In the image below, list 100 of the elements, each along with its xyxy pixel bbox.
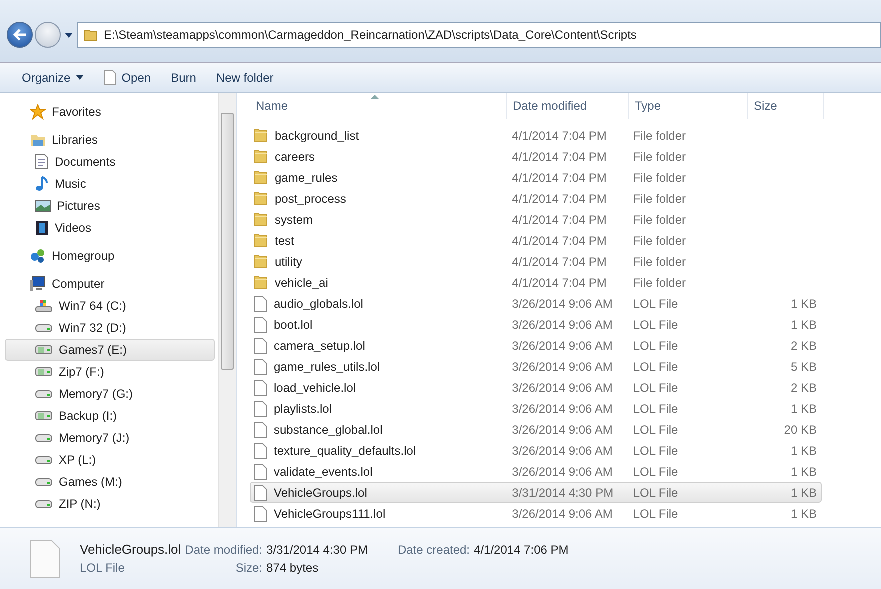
file-row[interactable]: VehicleGroups.lol 3/31/2014 4:30 PM LOL File 1 KB xyxy=(250,482,822,503)
folder-icon xyxy=(254,233,268,248)
file-icon xyxy=(254,338,267,354)
type-cell-text: File folder xyxy=(632,276,687,290)
file-row[interactable]: background_list 4/1/2014 7:04 PM File folder xyxy=(250,125,822,146)
address-bar[interactable]: E:\Steam\steamapps\common\Carmageddon_Reincarnation\ZAD\scripts\Data_Core\Content\Scripts xyxy=(77,22,881,48)
file-name: system xyxy=(275,212,314,226)
nav-item[interactable]: Pictures xyxy=(5,195,215,217)
sort-arrow-icon xyxy=(371,95,379,99)
date-cell-text: 3/26/2014 9:06 AM xyxy=(511,318,614,332)
nav-item[interactable]: Computer xyxy=(5,273,215,295)
nav-item[interactable]: Backup (I:) xyxy=(5,405,215,427)
drive-icon xyxy=(35,476,53,488)
nav-item[interactable]: Favorites xyxy=(5,101,215,123)
size-cell-text: 2 KB xyxy=(790,380,818,394)
drive-icon xyxy=(35,344,53,356)
file-name: vehicle_ai xyxy=(275,276,328,290)
size-cell-text: 5 KB xyxy=(790,360,818,374)
file-row[interactable]: texture_quality_defaults.lol 3/26/2014 9:06 AM LOL File 1 KB xyxy=(250,440,822,461)
file-row[interactable]: post_process 4/1/2014 7:04 PM File folder xyxy=(250,188,822,209)
file-icon xyxy=(254,358,267,374)
back-button[interactable] xyxy=(7,22,33,48)
column-header[interactable]: Size xyxy=(748,93,824,119)
drive-icon xyxy=(35,366,53,378)
toolbar-button[interactable]: Burn xyxy=(163,68,204,88)
type-cell-text: LOL File xyxy=(632,486,680,500)
date-cell-text: 4/1/2014 7:04 PM xyxy=(511,254,608,268)
drive-icon xyxy=(35,388,53,400)
file-icon xyxy=(254,464,267,480)
file-row[interactable]: game_rules 4/1/2014 7:04 PM File folder xyxy=(250,167,822,188)
scrollbar[interactable] xyxy=(218,93,236,527)
nav-item[interactable]: XP (L:) xyxy=(5,449,215,471)
drive-icon xyxy=(35,454,53,466)
file-name: game_rules xyxy=(275,170,338,184)
file-row[interactable]: camera_setup.lol 3/26/2014 9:06 AM LOL File 2 KB xyxy=(250,335,822,356)
file-name: post_process xyxy=(275,192,346,206)
size-cell-text: 1 KB xyxy=(790,506,818,520)
toolbar-button[interactable]: Organize xyxy=(14,68,92,88)
file-icon xyxy=(254,506,267,522)
history-dropdown-button[interactable] xyxy=(63,32,75,38)
nav-item[interactable]: ZIP (N:) xyxy=(5,493,215,515)
folder-icon xyxy=(254,191,268,206)
nav-item[interactable]: Homegroup xyxy=(5,245,215,267)
file-icon xyxy=(254,380,267,396)
file-row[interactable]: vehicle_ai 4/1/2014 7:04 PM File folder xyxy=(250,272,822,293)
nav-item[interactable]: Games7 (E:) xyxy=(5,339,215,361)
nav-item[interactable]: Zip7 (F:) xyxy=(5,361,215,383)
file-type: LOL File xyxy=(80,561,126,575)
column-header[interactable]: Type xyxy=(629,93,748,119)
nav-item[interactable]: Libraries xyxy=(5,129,215,151)
type-cell-text: LOL File xyxy=(632,464,680,478)
column-header[interactable]: Date modified xyxy=(507,93,629,119)
size-cell-text: 1 KB xyxy=(790,464,818,478)
file-row[interactable]: substance_global.lol 3/26/2014 9:06 AM LOL File 20 KB xyxy=(250,419,822,440)
star-icon xyxy=(30,104,46,120)
file-icon xyxy=(254,400,267,416)
folder-icon xyxy=(254,170,268,185)
file-name: playlists.lol xyxy=(274,402,332,416)
nav-item[interactable]: Memory7 (J:) xyxy=(5,427,215,449)
date-cell-text: 3/26/2014 9:06 AM xyxy=(511,360,614,374)
type-cell-text: LOL File xyxy=(632,444,680,458)
file-row[interactable]: test 4/1/2014 7:04 PM File folder xyxy=(250,230,822,251)
nav-item[interactable]: Win7 32 (D:) xyxy=(5,317,215,339)
file-name: VehicleGroups.lol xyxy=(80,542,182,557)
folder-icon xyxy=(84,28,98,42)
field-label: Size: xyxy=(234,561,263,575)
file-row[interactable]: validate_events.lol 3/26/2014 9:06 AM LOL File 1 KB xyxy=(250,461,822,482)
date-cell-text: 3/26/2014 9:06 AM xyxy=(511,506,614,520)
date-cell-text: 3/26/2014 9:06 AM xyxy=(511,296,614,310)
nav-item[interactable]: Win7 64 (C:) xyxy=(5,295,215,317)
file-name: VehicleGroups.lol xyxy=(274,486,368,500)
nav-item[interactable]: Games (M:) xyxy=(5,471,215,493)
type-cell-text: LOL File xyxy=(632,296,680,310)
toolbar-button[interactable]: New folder xyxy=(208,68,282,88)
file-row[interactable]: audio_globals.lol 3/26/2014 9:06 AM LOL File 1 KB xyxy=(250,293,822,314)
file-row[interactable]: system 4/1/2014 7:04 PM File folder xyxy=(250,209,822,230)
library-folder-icon xyxy=(30,132,46,148)
folder-icon xyxy=(254,254,268,269)
date-cell-text: 4/1/2014 7:04 PM xyxy=(511,212,608,226)
file-row[interactable]: load_vehicle.lol 3/26/2014 9:06 AM LOL File 2 KB xyxy=(250,377,822,398)
nav-item[interactable]: Music xyxy=(5,173,215,195)
file-row[interactable]: careers 4/1/2014 7:04 PM File folder xyxy=(250,146,822,167)
type-cell-text: LOL File xyxy=(632,402,680,416)
size-cell-text: 1 KB xyxy=(790,402,818,416)
type-cell-text: File folder xyxy=(632,150,687,164)
type-cell-text: LOL File xyxy=(632,422,680,436)
type-cell-text: File folder xyxy=(632,170,687,184)
folder-icon xyxy=(254,128,268,143)
size-cell-text: 2 KB xyxy=(790,338,818,352)
file-row[interactable]: playlists.lol 3/26/2014 9:06 AM LOL File 1 KB xyxy=(250,398,822,419)
toolbar-button[interactable]: Open xyxy=(96,66,160,88)
nav-item[interactable]: Memory7 (G:) xyxy=(5,383,215,405)
nav-item[interactable]: Videos xyxy=(5,217,215,239)
file-row[interactable]: utility 4/1/2014 7:04 PM File folder xyxy=(250,251,822,272)
file-row[interactable]: game_rules_utils.lol 3/26/2014 9:06 AM LOL File 5 KB xyxy=(250,356,822,377)
file-row[interactable]: boot.lol 3/26/2014 9:06 AM LOL File 1 KB xyxy=(250,314,822,335)
drive-icon xyxy=(35,322,53,334)
nav-item[interactable]: Documents xyxy=(5,151,215,173)
film-icon xyxy=(35,220,49,236)
file-row[interactable]: VehicleGroups111.lol 3/26/2014 9:06 AM LOL File 1 KB xyxy=(250,503,822,524)
